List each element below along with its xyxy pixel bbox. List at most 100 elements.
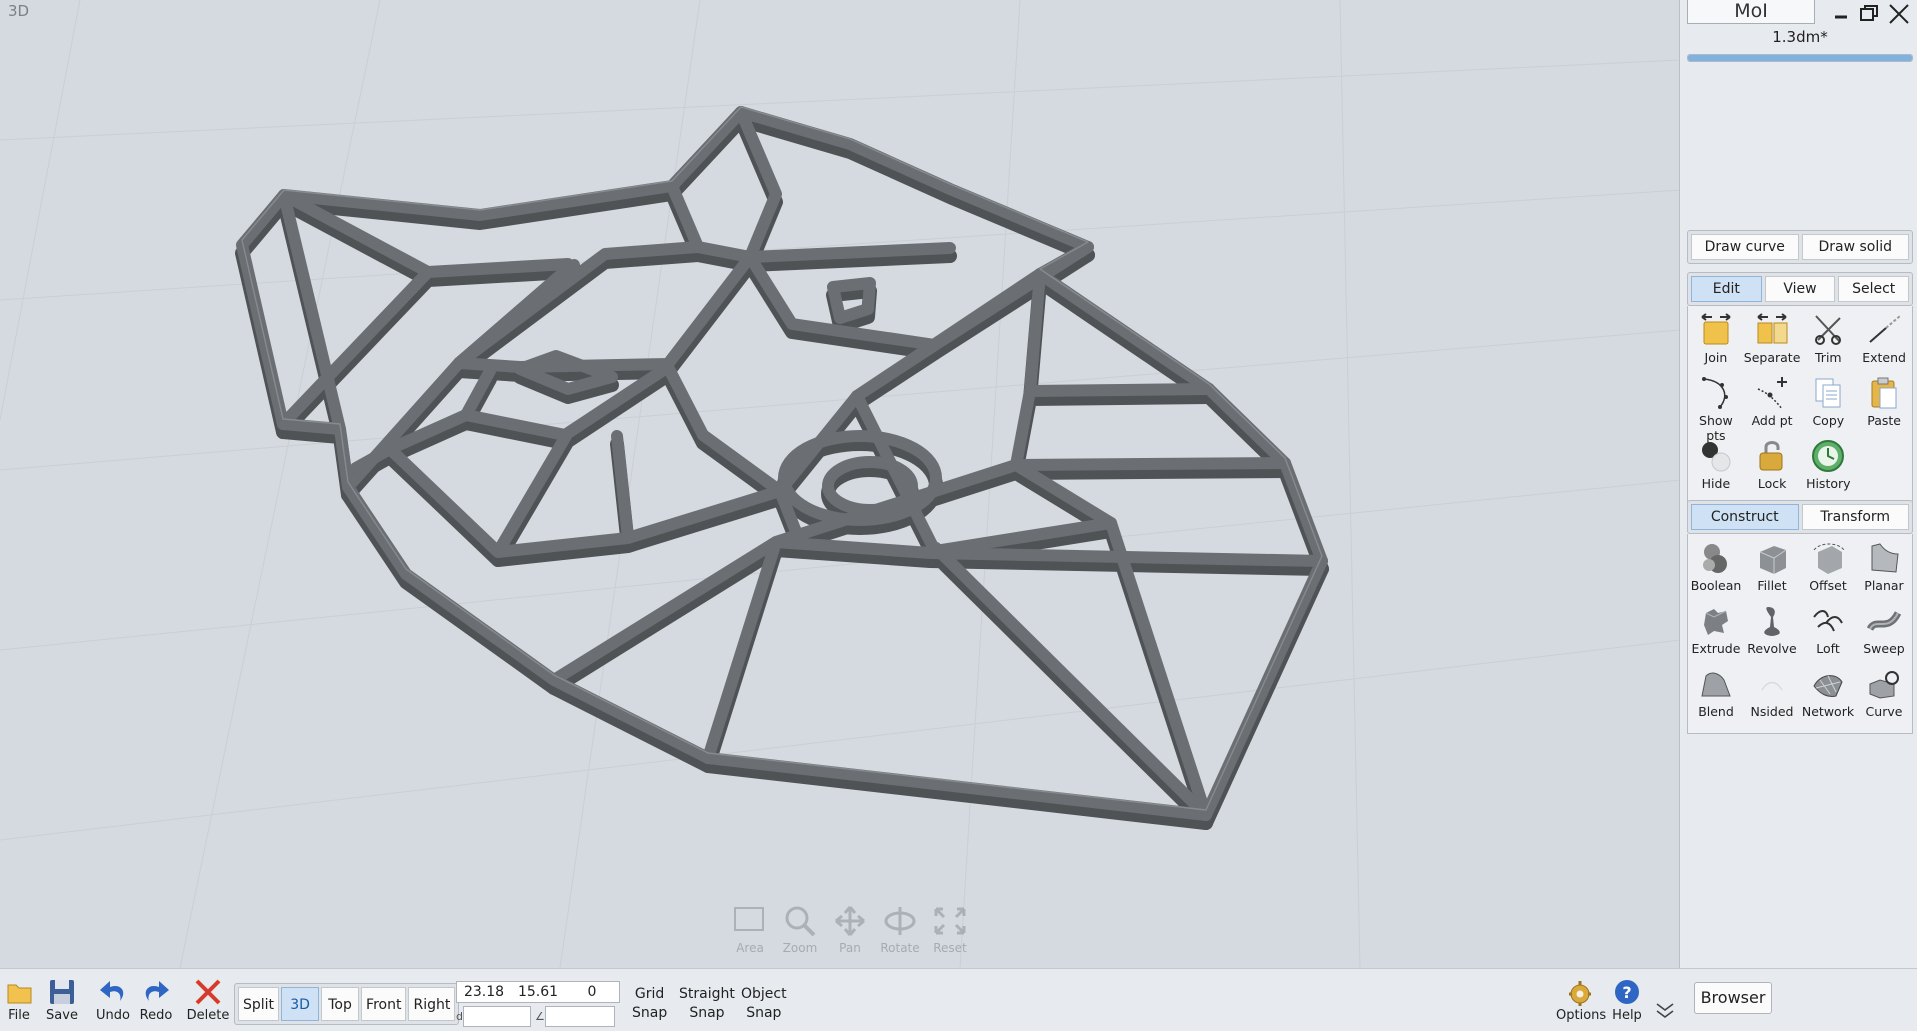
close-button[interactable]: [1885, 0, 1913, 24]
sweep-icon: [1866, 611, 1902, 632]
viewport-3d[interactable]: 3D Area Zoom Pan Rotate Reset: [0, 0, 1680, 968]
trim-icon: [1815, 315, 1842, 345]
tab-edit[interactable]: Edit: [1691, 276, 1762, 302]
grid-snap-label-2: Snap: [632, 1005, 668, 1021]
extend-button[interactable]: Extend: [1856, 310, 1912, 373]
undo-label: Undo: [96, 1008, 130, 1023]
help-button[interactable]: ? Help: [1605, 977, 1649, 1023]
trim-button[interactable]: Trim: [1800, 310, 1856, 373]
nsided-icon: [1761, 681, 1783, 691]
zoom-tool[interactable]: Zoom: [778, 905, 822, 955]
gear-icon: [1569, 981, 1591, 1006]
distance-field[interactable]: [462, 1006, 531, 1027]
angle-field[interactable]: [544, 1006, 615, 1027]
nsided-label: Nsided: [1750, 704, 1794, 719]
tab-transform[interactable]: Transform: [1801, 504, 1909, 530]
network-button[interactable]: Network: [1800, 664, 1856, 727]
revolve-label: Revolve: [1747, 641, 1797, 656]
nsided-button[interactable]: Nsided: [1744, 664, 1800, 727]
history-label: History: [1806, 476, 1851, 491]
sweep-button[interactable]: Sweep: [1856, 601, 1912, 664]
trim-label: Trim: [1815, 350, 1842, 365]
paste-button[interactable]: Paste: [1856, 373, 1912, 436]
pan-arrows-icon: [835, 906, 865, 936]
angle-prefix: ∠: [534, 1010, 545, 1023]
edit-tool-grid: Join Separate Trim Extend Show pts Add p…: [1687, 306, 1913, 506]
redo-icon: [145, 981, 169, 1001]
draw-solid-tab[interactable]: Draw solid: [1801, 234, 1909, 260]
help-icon: ?: [1615, 980, 1639, 1004]
straight-snap-toggle[interactable]: Straight Snap: [679, 985, 735, 1023]
tab-front[interactable]: Front: [361, 987, 407, 1021]
browser-button[interactable]: Browser: [1694, 982, 1772, 1014]
join-icon: [1701, 313, 1731, 345]
progress-bar: [1687, 54, 1913, 62]
network-label: Network: [1801, 704, 1855, 719]
hide-button[interactable]: Hide: [1688, 436, 1744, 499]
file-button[interactable]: File: [0, 977, 41, 1023]
boolean-button[interactable]: Boolean: [1688, 538, 1744, 601]
offset-label: Offset: [1809, 578, 1847, 593]
join-button[interactable]: Join: [1688, 310, 1744, 373]
tab-construct[interactable]: Construct: [1691, 504, 1799, 530]
planar-button[interactable]: Planar: [1856, 538, 1912, 601]
copy-label: Copy: [1812, 413, 1845, 428]
blend-button[interactable]: Blend: [1688, 664, 1744, 727]
grid-snap-toggle[interactable]: Grid Snap: [632, 985, 667, 1023]
area-zoom-tool[interactable]: Area: [728, 905, 772, 955]
reset-label: Reset: [933, 941, 967, 955]
pan-label: Pan: [839, 941, 861, 955]
object-snap-toggle[interactable]: Object Snap: [741, 985, 787, 1023]
tab-right[interactable]: Right: [408, 987, 456, 1021]
maximize-button[interactable]: [1855, 0, 1883, 24]
paste-label: Paste: [1867, 413, 1901, 428]
file-label: File: [8, 1008, 30, 1023]
show-points-button[interactable]: Show pts: [1688, 373, 1744, 443]
history-button[interactable]: History: [1800, 436, 1856, 499]
rotate-tool[interactable]: Rotate: [878, 905, 922, 955]
network-icon: [1813, 675, 1843, 697]
wolf-head-model[interactable]: [235, 106, 1329, 830]
redo-button[interactable]: Redo: [134, 977, 178, 1023]
expand-toolbar-button[interactable]: [1650, 999, 1680, 1022]
curve-button[interactable]: Curve: [1856, 664, 1912, 727]
loft-label: Loft: [1816, 641, 1840, 656]
pan-tool[interactable]: Pan: [828, 905, 872, 955]
show-points-icon: [1701, 377, 1728, 409]
add-point-icon: [1757, 377, 1788, 410]
tab-3d[interactable]: 3D: [281, 987, 320, 1021]
tab-split[interactable]: Split: [238, 987, 280, 1021]
revolve-button[interactable]: Revolve: [1744, 601, 1800, 664]
sweep-label: Sweep: [1863, 641, 1905, 656]
draw-curve-tab[interactable]: Draw curve: [1691, 234, 1799, 260]
coordinate-input: 23.18 15.61 0 d ∠: [456, 981, 620, 1027]
minimize-button[interactable]: [1827, 0, 1855, 24]
area-icon: [734, 907, 764, 931]
close-icon: [1889, 4, 1909, 24]
delete-x-icon: [195, 979, 221, 1005]
separate-button[interactable]: Separate: [1744, 310, 1800, 373]
reset-tool[interactable]: Reset: [928, 905, 972, 955]
tab-select[interactable]: Select: [1838, 276, 1910, 302]
extrude-button[interactable]: Extrude: [1688, 601, 1744, 664]
options-button[interactable]: Options: [1556, 977, 1606, 1023]
delete-button[interactable]: Delete: [186, 977, 230, 1023]
tab-view[interactable]: View: [1764, 276, 1836, 302]
add-point-button[interactable]: Add pt: [1744, 373, 1801, 436]
undo-button[interactable]: Undo: [91, 977, 135, 1023]
lock-button[interactable]: Lock: [1744, 436, 1801, 499]
x-coordinate: 23.18: [463, 984, 505, 1000]
loft-button[interactable]: Loft: [1800, 601, 1856, 664]
draw-tabs: Draw curve Draw solid: [1687, 230, 1913, 264]
copy-icon: [1815, 378, 1841, 408]
grid-snap-label-1: Grid: [634, 986, 665, 1002]
fillet-icon: [1759, 546, 1787, 574]
save-button[interactable]: Save: [40, 977, 84, 1023]
copy-button[interactable]: Copy: [1800, 373, 1856, 436]
tab-top[interactable]: Top: [321, 987, 360, 1021]
model-scene[interactable]: [0, 0, 1680, 968]
progress-fill: [1688, 55, 1912, 61]
xyz-readout[interactable]: 23.18 15.61 0: [456, 981, 620, 1003]
offset-button[interactable]: Offset: [1800, 538, 1856, 601]
fillet-button[interactable]: Fillet: [1744, 538, 1800, 601]
